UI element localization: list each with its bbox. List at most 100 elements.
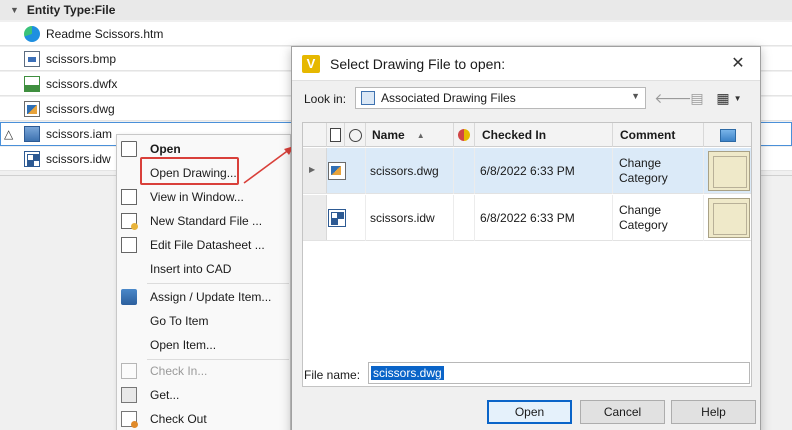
menu-item-label: Open [150, 142, 181, 156]
chevron-down-icon: ▼ [631, 91, 640, 101]
comment-line: Change [619, 203, 662, 217]
file-name: scissors.dwg [46, 101, 115, 116]
help-button[interactable]: Help [671, 400, 756, 424]
pin-cell [454, 148, 475, 194]
menu-item-label: Assign / Update Item... [150, 290, 272, 304]
comment-cell: Change Category [613, 195, 704, 241]
assign-item-icon [121, 289, 137, 305]
window-icon [121, 189, 137, 205]
close-button[interactable]: ✕ [726, 53, 750, 75]
menu-item-check-in: Check In... [117, 359, 292, 383]
header-doc-column[interactable] [327, 123, 345, 147]
file-name: scissors.idw [46, 151, 111, 166]
open-button[interactable]: Open [487, 400, 572, 424]
file-name-selected-text: scissors.dwg [371, 366, 444, 380]
dwg-file-icon [24, 101, 40, 117]
header-name[interactable]: Name ▲ [366, 123, 454, 147]
look-in-value: Associated Drawing Files [381, 91, 516, 105]
checked-in-cell: 6/8/2022 6:33 PM [475, 148, 613, 194]
name-cell: scissors.dwg [366, 148, 454, 194]
group-header-label: Entity Type:File [26, 3, 116, 17]
drawing-thumbnail [708, 198, 750, 238]
grid-row-selected[interactable]: ▶ scissors.dwg 6/8/2022 6:33 PM Change C… [303, 148, 751, 194]
menu-item-assign-update-item[interactable]: Assign / Update Item... [117, 285, 292, 309]
bitmap-file-icon [24, 51, 40, 67]
select-drawing-dialog: V Select Drawing File to open: ✕ Look in… [291, 46, 761, 430]
header-status-column[interactable] [345, 123, 366, 147]
pin-icon [458, 129, 470, 141]
up-folder-icon[interactable]: ▤ [686, 87, 708, 109]
chevron-down-icon: ▼ [733, 93, 742, 103]
checked-in-cell: 6/8/2022 6:33 PM [475, 195, 613, 241]
dialog-title: Select Drawing File to open: [330, 56, 506, 72]
drawing-thumbnail [708, 151, 750, 191]
get-icon [121, 387, 137, 403]
assembly-file-icon [24, 126, 40, 142]
dwg-file-icon [328, 162, 346, 180]
menu-item-label: New Standard File ... [150, 214, 263, 228]
cancel-button[interactable]: Cancel [580, 400, 665, 424]
menu-item-edit-datasheet[interactable]: Edit File Datasheet ... [117, 233, 292, 257]
menu-item-insert-into-cad[interactable]: Insert into CAD [117, 257, 292, 281]
file-row[interactable]: Readme Scissors.htm [0, 22, 792, 46]
highlight-box-annotation [140, 157, 239, 185]
status-cell [345, 195, 366, 241]
view-menu-button[interactable]: ▦ ▼ [712, 87, 746, 109]
status-circle-icon [349, 128, 362, 142]
menu-item-label: Insert into CAD [150, 262, 232, 276]
menu-item-label: Open Item... [150, 338, 217, 352]
new-file-icon [121, 213, 138, 230]
drawing-file-icon [24, 151, 40, 167]
menu-item-label: Check Out [150, 412, 207, 426]
file-name-label: File name: [304, 368, 361, 382]
edge-browser-icon [24, 26, 40, 42]
details-view-icon: ▦ [716, 89, 730, 106]
dialog-title-bar[interactable]: V Select Drawing File to open: ✕ [292, 47, 760, 81]
comment-line: Category [619, 171, 668, 185]
header-thumbnail[interactable] [704, 123, 751, 147]
grid-row[interactable]: scissors.idw 6/8/2022 6:33 PM Change Cat… [303, 195, 751, 241]
file-name: scissors.bmp [46, 51, 117, 66]
header-gutter [303, 123, 327, 147]
comment-cell: Change Category [613, 148, 704, 194]
collapse-triangle-icon[interactable]: ▼ [10, 5, 19, 15]
menu-item-go-to-item[interactable]: Go To Item [117, 309, 292, 333]
check-in-icon [121, 363, 137, 379]
menu-item-label: Go To Item [150, 314, 209, 328]
menu-item-open-item[interactable]: Open Item... [117, 333, 292, 357]
row-indicator-icon: ▶ [309, 165, 316, 174]
look-in-dropdown[interactable]: Associated Drawing Files ▼ [355, 87, 646, 109]
header-comment[interactable]: Comment [613, 123, 704, 147]
warning-status-icon: △ [4, 126, 14, 141]
status-cell [345, 148, 366, 194]
associated-files-icon [361, 91, 375, 105]
menu-item-label: Check In... [150, 364, 208, 378]
vault-app-icon: V [302, 55, 320, 73]
comment-line: Change [619, 156, 662, 170]
look-in-label: Look in: [304, 92, 347, 106]
row-gutter: ▶ [303, 148, 327, 193]
back-arrow-icon[interactable]: 🡐 [654, 87, 692, 109]
menu-separator [147, 283, 289, 284]
header-checked-in[interactable]: Checked In [475, 123, 613, 147]
group-header[interactable]: ▼ Entity Type:File [0, 0, 792, 20]
name-cell: scissors.idw [366, 195, 454, 241]
header-name-label: Name [372, 128, 405, 142]
dwfx-file-icon [24, 76, 40, 92]
comment-line: Category [619, 218, 668, 232]
file-name: scissors.iam [46, 126, 113, 141]
check-out-icon [121, 411, 138, 428]
menu-item-get[interactable]: Get... [117, 383, 292, 407]
header-pin-column[interactable] [454, 123, 475, 147]
file-name-input[interactable]: scissors.dwg [368, 362, 750, 384]
file-grid: Name ▲ Checked In Comment ▶ scissors.dwg… [302, 122, 752, 387]
grid-header: Name ▲ Checked In Comment [303, 123, 751, 147]
menu-item-check-out[interactable]: Check Out [117, 407, 292, 430]
file-name: Readme Scissors.htm [46, 26, 164, 41]
datasheet-icon [121, 237, 137, 253]
pin-cell [454, 195, 475, 241]
menu-item-new-standard-file[interactable]: New Standard File ... [117, 209, 292, 233]
drawing-file-icon [328, 209, 346, 227]
folder-open-icon [121, 141, 137, 157]
image-icon [720, 128, 736, 142]
